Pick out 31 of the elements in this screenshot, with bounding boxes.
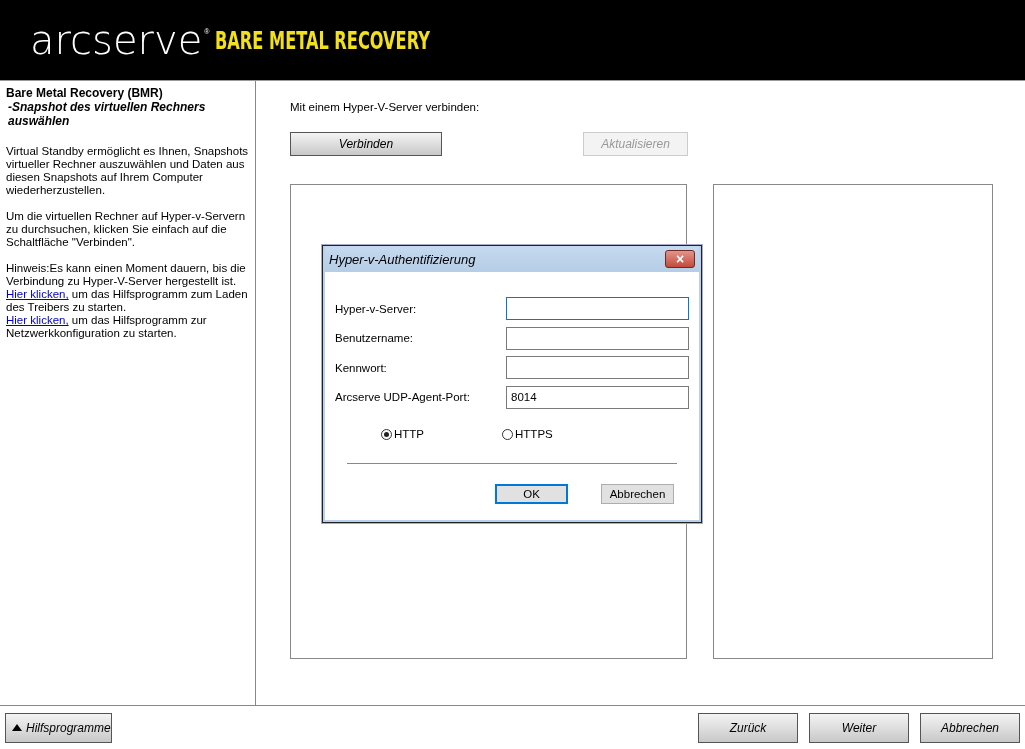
help-link-sentence: Hier klicken, um das Hilfsprogramm zur Netzwerkkonfiguration zu starten. [6, 314, 208, 340]
nav-button[interactable]: Abbrechen [920, 712, 1020, 743]
field-label: Kennwort: [335, 361, 387, 374]
product-title: BARE METAL RECOVERY [215, 25, 431, 55]
brand-logo: arcserve [30, 17, 203, 63]
toolbar-button[interactable]: Verbinden [290, 132, 442, 156]
help-link-sentence: Hier klicken, um das Hilfsprogramm zum Laden des Treibers zu starten. [6, 288, 249, 314]
dialog-button[interactable]: OK [495, 484, 568, 504]
help-paragraph: Virtual Standby ermöglicht es Ihnen, Snapshots virtueller Rechner auszuwählen und Daten aus diesen Snapshots auf Ihrem Computer wiederherzustellen. [6, 145, 249, 197]
field-label: Hyper-v-Server: [335, 302, 417, 315]
field-label: Benutzername: [335, 332, 413, 345]
help-link[interactable]: Hier klicken, [6, 288, 69, 300]
nav-button[interactable]: Weiter [809, 712, 909, 743]
text-field[interactable] [506, 297, 689, 321]
sidebar-title: Bare Metal Recovery (BMR) [6, 86, 164, 100]
text-field[interactable] [506, 326, 689, 350]
help-link[interactable]: Hier klicken, [6, 314, 69, 326]
protocol-radio[interactable]: HTTPS [502, 428, 553, 440]
protocol-radio[interactable]: HTTP [381, 428, 425, 440]
field-label: Arcserve UDP-Agent-Port: [335, 391, 470, 404]
connect-prompt: Mit einem Hyper-V-Server verbinden: [290, 101, 481, 113]
up-triangle-icon [12, 724, 22, 731]
dialog-button[interactable]: Abbrechen [601, 484, 674, 504]
sidebar-subtitle: -Snapshot des virtuellen Rechners auswählen [8, 100, 207, 128]
help-paragraph: Um die virtuellen Rechner auf Hyper-v-Servern zu durchsuchen, klicken Sie einfach auf die Schaltfläche "Verbinden". [6, 210, 247, 249]
help-paragraph: Hinweis:Es kann einen Moment dauern, bis die Verbindung zu Hyper-V-Server hergestellt ist. [6, 262, 247, 288]
nav-button[interactable]: Zurück [698, 712, 798, 743]
dialog-title: Hyper-v-Authentifizierung [329, 251, 476, 267]
text-field[interactable] [506, 356, 689, 380]
tools-button[interactable]: Hilfsprogramme [5, 712, 112, 743]
text-field[interactable]: 8014 [506, 385, 689, 409]
